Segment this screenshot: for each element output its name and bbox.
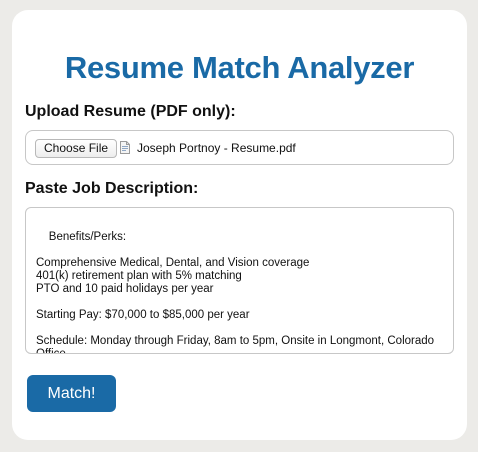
upload-resume-label: Upload Resume (PDF only): <box>25 103 236 120</box>
resume-file-input[interactable]: Choose File Joseph Portnoy - Resume.pdf <box>25 130 454 165</box>
match-button[interactable]: Match! <box>27 375 116 412</box>
resize-grip-icon[interactable] <box>443 343 450 350</box>
analyzer-card: Resume Match Analyzer Upload Resume (PDF… <box>12 10 467 440</box>
page-title: Resume Match Analyzer <box>64 50 415 85</box>
selected-file-name: Joseph Portnoy - Resume.pdf <box>137 141 296 155</box>
job-description-textarea[interactable]: Benefits/Perks: Comprehensive Medical, D… <box>25 207 454 354</box>
choose-file-button[interactable]: Choose File <box>35 139 118 158</box>
job-description-label: Paste Job Description: <box>25 180 199 197</box>
job-description-text: Benefits/Perks: Comprehensive Medical, D… <box>36 231 435 354</box>
pdf-file-icon <box>120 141 130 154</box>
